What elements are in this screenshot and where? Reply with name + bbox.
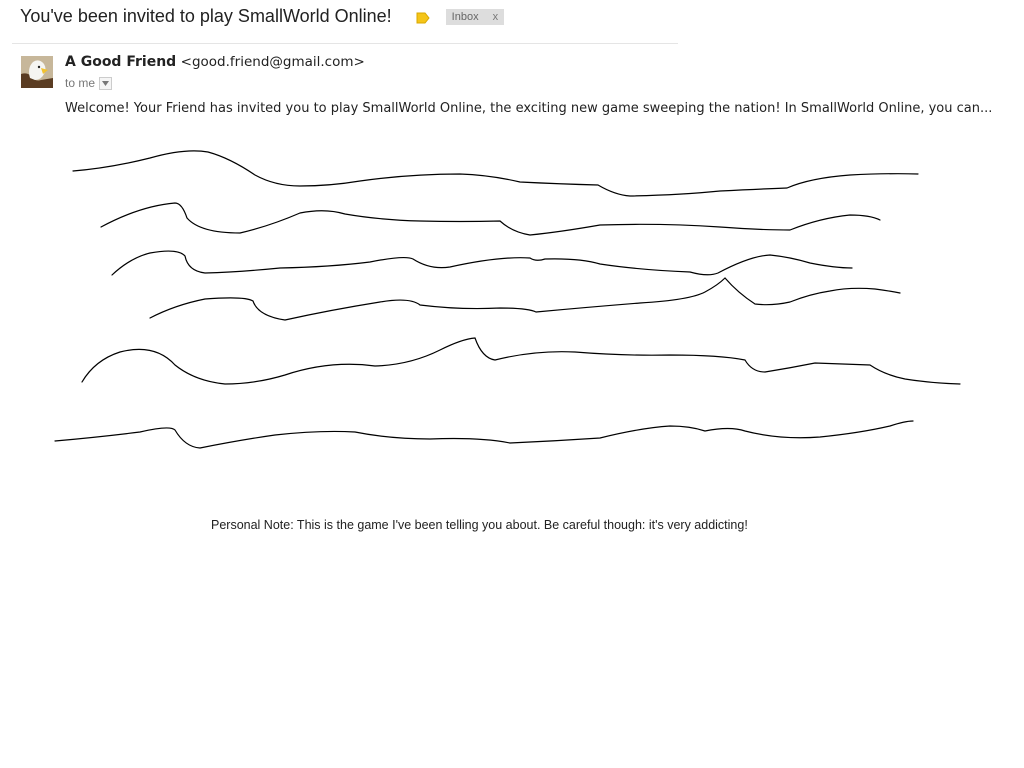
personal-note: Personal Note: This is the game I've bee… [211,518,748,532]
scribble-line [81,337,961,385]
email-view: You've been invited to play SmallWorld O… [0,0,1024,768]
scribble-line [72,150,919,197]
scribble-line [100,202,881,236]
scribble-line [111,250,853,276]
scribble-lines [54,150,961,449]
scribble-line [54,420,914,449]
scribble-line [149,277,901,321]
